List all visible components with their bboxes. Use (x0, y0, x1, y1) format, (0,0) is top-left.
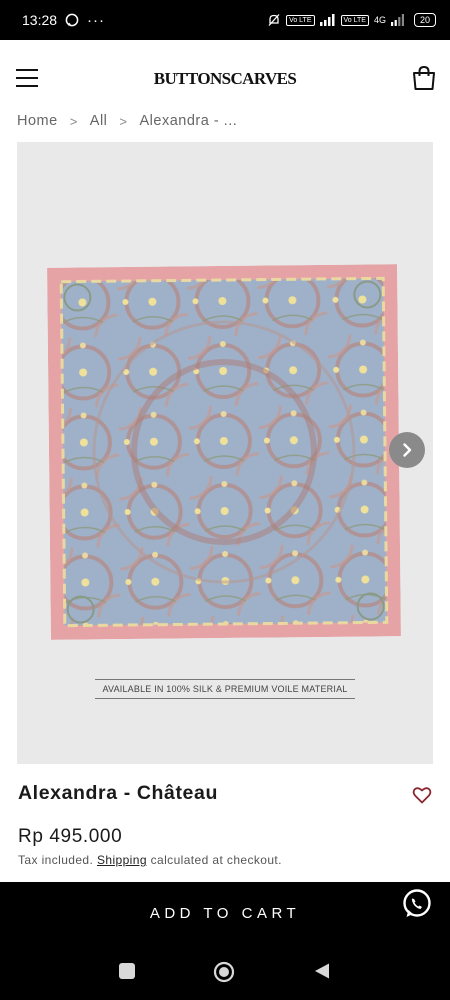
whatsapp-icon[interactable] (400, 887, 434, 921)
next-image-button[interactable] (389, 432, 425, 468)
signal-icon (319, 14, 335, 26)
mute-bell-icon (268, 14, 280, 26)
system-nav-bar (0, 945, 450, 1000)
status-bar: 13:28 ··· Vo LTE Vo LTE 4G 20 (0, 0, 450, 40)
network-type: 4G (373, 15, 386, 25)
heart-icon[interactable] (412, 785, 432, 805)
battery-indicator: 20 (413, 13, 436, 27)
product-price: Rp 495.000 (18, 826, 123, 847)
tax-note-prefix: Tax included. (18, 853, 94, 867)
breadcrumb-current: Alexandra - ... (139, 113, 238, 129)
add-to-cart-label: ADD TO CART (149, 905, 301, 922)
product-image[interactable]: AVAILABLE IN 100% SILK & PREMIUM VOILE M… (17, 142, 433, 764)
breadcrumb-all[interactable]: All (90, 113, 108, 129)
volte-badge: Vo LTE (286, 14, 315, 26)
image-caption-text: AVAILABLE IN 100% SILK & PREMIUM VOILE M… (94, 679, 356, 699)
more-notifications-icon: ··· (87, 11, 106, 29)
breadcrumb-separator: > (119, 113, 128, 129)
image-caption: AVAILABLE IN 100% SILK & PREMIUM VOILE M… (17, 679, 433, 699)
status-time: 13:28 (22, 12, 58, 28)
brand-logo: BUTTONSCARVES (153, 69, 297, 88)
shipping-link[interactable]: Shipping (97, 853, 147, 867)
chevron-right-icon (403, 443, 412, 457)
menu-icon[interactable] (16, 69, 38, 87)
signal-icon-2 (390, 14, 404, 26)
volte-badge-2: Vo LTE (340, 14, 369, 26)
back-icon[interactable] (313, 962, 331, 980)
breadcrumb-separator: > (69, 113, 78, 129)
whatsapp-notification-icon (65, 13, 79, 27)
add-to-cart-button[interactable]: ADD TO CART (0, 882, 450, 945)
scarf-image (47, 264, 401, 640)
tax-note: Tax included. Shipping calculated at che… (18, 853, 282, 867)
tax-note-suffix: calculated at checkout. (150, 853, 282, 867)
product-title: Alexandra - Château (18, 782, 218, 804)
breadcrumb-home[interactable]: Home (17, 113, 58, 129)
breadcrumb: Home > All > Alexandra - ... (17, 113, 237, 129)
shopping-bag-icon[interactable] (410, 64, 438, 92)
home-icon[interactable] (213, 961, 235, 983)
site-header: BUTTONSCARVES (0, 40, 450, 116)
recent-apps-icon[interactable] (118, 962, 136, 980)
